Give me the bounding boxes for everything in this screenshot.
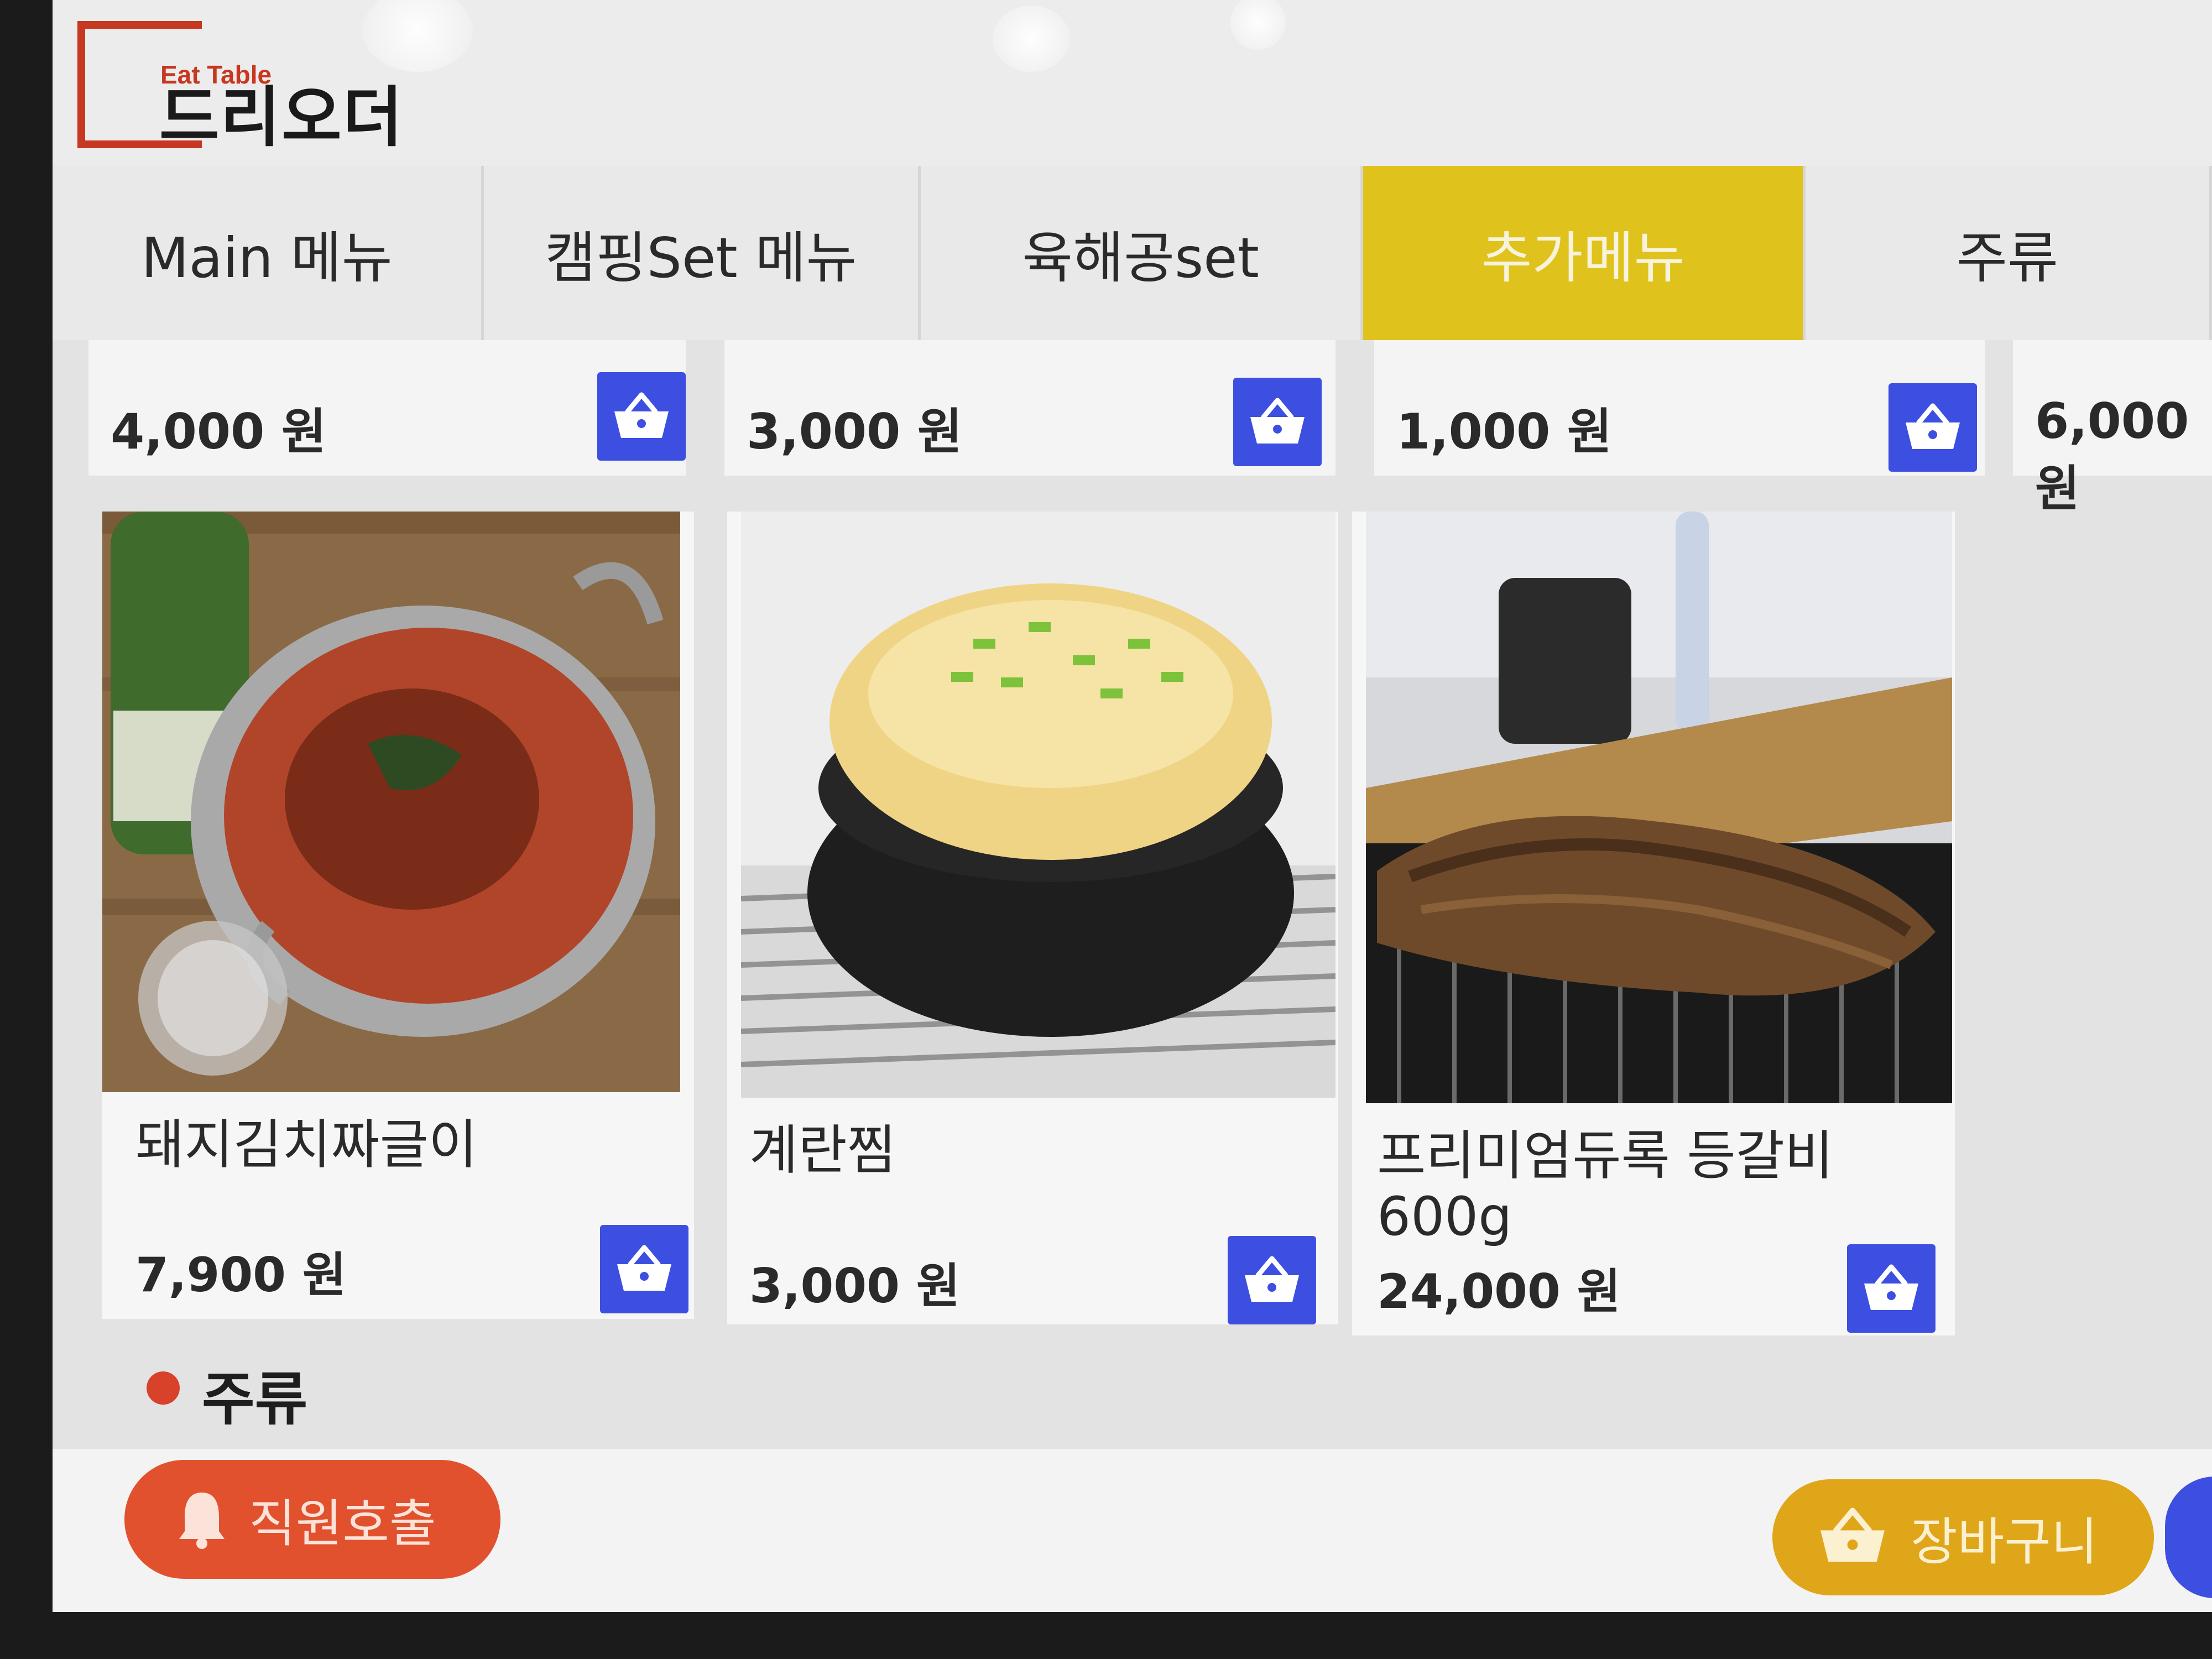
menu-item-card[interactable]: 프리미엄듀록 등갈비 600g 24,000 원 bbox=[1352, 512, 1955, 1335]
basket-icon bbox=[617, 1245, 671, 1291]
item-price: 6,000 원 bbox=[2035, 393, 2189, 517]
cart-button[interactable]: 장바구니 bbox=[1772, 1479, 2154, 1595]
item-price: 4,000 원 bbox=[111, 403, 326, 460]
basket-icon bbox=[1245, 1256, 1299, 1302]
menu-item-card[interactable]: 돼지김치짜글이 7,900 원 bbox=[102, 512, 694, 1319]
logo-name: 드리오더 bbox=[159, 79, 404, 155]
item-price: 7,900 원 bbox=[135, 1248, 347, 1303]
add-to-cart-button[interactable] bbox=[1847, 1244, 1936, 1333]
tab-extra-menu[interactable]: 추가메뉴 bbox=[1363, 166, 1806, 340]
item-name: 프리미엄듀록 등갈비 600g bbox=[1377, 1125, 1834, 1248]
tab-main-menu[interactable]: Main 메뉴 bbox=[53, 166, 484, 340]
bottom-bar: 직원호출 장바구니 bbox=[53, 1449, 2212, 1612]
basket-icon bbox=[1906, 403, 1960, 449]
staff-call-button[interactable]: 직원호출 bbox=[124, 1460, 500, 1579]
category-tabs: Main 메뉴 캠핑Set 메뉴 육해공set 추가메뉴 주류 bbox=[53, 166, 2212, 340]
add-to-cart-button[interactable] bbox=[1888, 383, 1977, 472]
item-price: 24,000 원 bbox=[1377, 1264, 1621, 1319]
staff-call-label: 직원호출 bbox=[249, 1494, 436, 1553]
pork-ribs-photo bbox=[1366, 512, 1952, 1103]
tab-land-sea-air-set[interactable]: 육해공set bbox=[921, 166, 1363, 340]
menu-item-price-bar: 6,000 원 bbox=[2013, 340, 2212, 517]
add-to-cart-button[interactable] bbox=[1233, 378, 1322, 466]
kimchi-stew-photo bbox=[102, 512, 680, 1092]
menu-item-price-bar: 4,000 원 bbox=[88, 340, 686, 476]
cart-label: 장바구니 bbox=[1911, 1512, 2098, 1572]
menu-item-card[interactable]: 계란찜 3,000 원 bbox=[727, 512, 1338, 1324]
tab-liquor[interactable]: 주류 bbox=[1806, 166, 2212, 340]
add-to-cart-button[interactable] bbox=[1228, 1236, 1316, 1324]
section-marker-dot bbox=[147, 1371, 180, 1405]
basket-icon bbox=[614, 392, 669, 438]
glare bbox=[993, 6, 1070, 72]
item-name: 돼지김치짜글이 bbox=[135, 1114, 478, 1176]
item-price: 3,000 원 bbox=[749, 1259, 961, 1314]
basket-icon bbox=[1250, 398, 1305, 444]
steamed-egg-photo bbox=[741, 512, 1335, 1098]
menu-item-price-bar: 1,000 원 bbox=[1374, 340, 1985, 476]
menu-content: 4,000 원 3,000 원 1,000 원 6,000 원 돼지김치짜글이 … bbox=[53, 340, 2212, 1612]
item-price: 1,000 원 bbox=[1396, 403, 1612, 460]
kiosk-screen: Eat Table 드리오더 Main 메뉴 캠핑Set 메뉴 육해공set 추… bbox=[53, 0, 2212, 1612]
menu-item-price-bar: 3,000 원 bbox=[724, 340, 1335, 476]
basket-icon bbox=[1864, 1264, 1918, 1310]
section-title-liquor: 주류 bbox=[202, 1365, 308, 1433]
tab-camping-set[interactable]: 캠핑Set 메뉴 bbox=[484, 166, 921, 340]
order-button[interactable] bbox=[2165, 1477, 2212, 1598]
basket-icon bbox=[1817, 1506, 1888, 1569]
add-to-cart-button[interactable] bbox=[597, 372, 686, 461]
item-price: 3,000 원 bbox=[747, 403, 962, 460]
add-to-cart-button[interactable] bbox=[600, 1225, 688, 1313]
bell-icon bbox=[177, 1488, 227, 1551]
item-name: 계란찜 bbox=[749, 1119, 896, 1181]
